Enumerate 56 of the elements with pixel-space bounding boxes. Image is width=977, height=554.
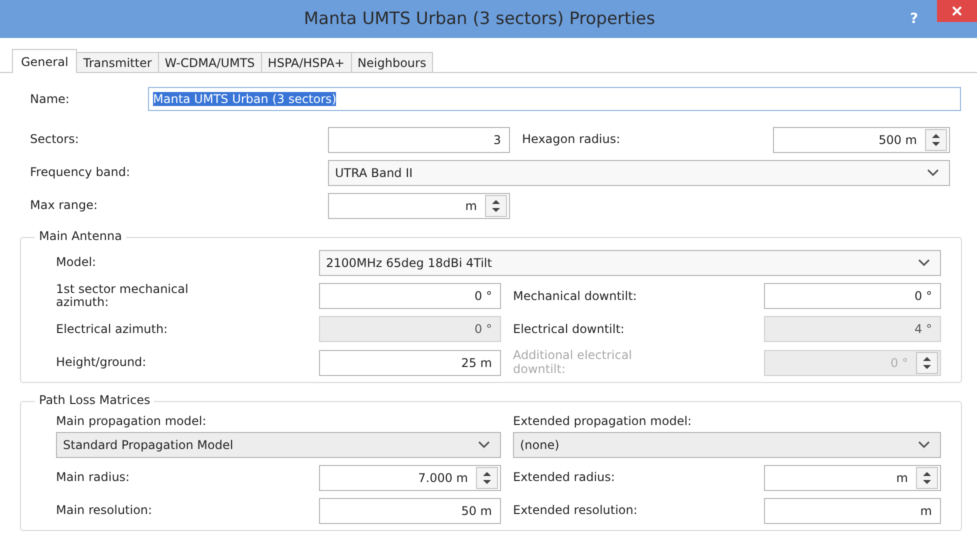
number-field[interactable]: 500 m bbox=[773, 127, 950, 153]
spinner-button[interactable] bbox=[476, 466, 498, 489]
field-label: Extended radius: bbox=[513, 470, 615, 484]
number-field[interactable]: 0 ° bbox=[319, 283, 501, 310]
tab[interactable]: Transmitter bbox=[76, 52, 159, 72]
number-field[interactable]: 3 bbox=[328, 127, 510, 153]
window-title: Manta UMTS Urban (3 sectors) Properties bbox=[302, 9, 656, 29]
up-down-arrows-icon bbox=[482, 470, 492, 485]
field-label: Main propagation model: bbox=[56, 414, 208, 428]
tab[interactable]: General bbox=[12, 49, 78, 73]
close-icon bbox=[952, 6, 962, 16]
number-field[interactable]: 7.000 m bbox=[319, 464, 501, 491]
chevron-down-icon bbox=[927, 169, 939, 177]
number-field[interactable]: m bbox=[764, 464, 941, 491]
number-field[interactable]: 0 ° bbox=[764, 283, 941, 310]
field-label: Model: bbox=[56, 255, 96, 270]
field-label: Max range: bbox=[30, 198, 98, 212]
field-label: Height/ground: bbox=[56, 354, 146, 369]
field-label: 1st sector mechanical azimuth: bbox=[56, 282, 188, 310]
field-label: Sectors: bbox=[30, 132, 79, 146]
field-label: Additional electrical downtilt: bbox=[513, 348, 632, 376]
field-label: Main radius: bbox=[56, 470, 130, 484]
spinner-button[interactable] bbox=[925, 129, 947, 151]
tab[interactable]: W-CDMA/UMTS bbox=[158, 52, 262, 72]
number-field[interactable]: 25 m bbox=[319, 350, 501, 376]
tab[interactable]: Neighbours bbox=[350, 52, 434, 72]
number-field[interactable]: 50 m bbox=[319, 498, 501, 524]
field-label: Extended propagation model: bbox=[513, 414, 693, 428]
group-legend: Main Antenna bbox=[35, 229, 126, 243]
number-field[interactable]: m bbox=[764, 498, 941, 524]
name-field[interactable]: Manta UMTS Urban (3 sectors) bbox=[148, 87, 961, 111]
chevron-down-icon bbox=[918, 259, 930, 267]
field-label: Frequency band: bbox=[30, 165, 130, 180]
up-down-arrows-icon bbox=[922, 470, 932, 485]
field-label: Extended resolution: bbox=[513, 503, 638, 518]
number-field[interactable]: m bbox=[328, 193, 510, 219]
close-button[interactable] bbox=[937, 0, 977, 22]
spinner-button[interactable] bbox=[916, 466, 938, 489]
dropdown[interactable]: UTRA Band II bbox=[328, 160, 950, 186]
field-label: Hexagon radius: bbox=[522, 132, 620, 146]
field-label: Name: bbox=[30, 92, 70, 106]
up-down-arrows-icon bbox=[491, 199, 501, 213]
spinner-button[interactable] bbox=[485, 195, 507, 217]
field-label: Electrical azimuth: bbox=[56, 322, 168, 336]
group-legend: Path Loss Matrices bbox=[35, 392, 154, 407]
dropdown[interactable]: (none) bbox=[513, 432, 941, 458]
chevron-down-icon bbox=[918, 440, 930, 449]
dropdown[interactable]: Standard Propagation Model bbox=[56, 432, 501, 458]
up-down-arrows-icon bbox=[931, 133, 941, 147]
field-label: Main resolution: bbox=[56, 503, 152, 518]
dropdown[interactable]: 2100MHz 65deg 18dBi 4Tilt bbox=[319, 250, 941, 276]
field-label: Mechanical downtilt: bbox=[513, 288, 637, 303]
chevron-down-icon bbox=[478, 440, 490, 449]
tab[interactable]: HSPA/HSPA+ bbox=[260, 52, 352, 72]
up-down-arrows-icon bbox=[922, 356, 932, 370]
field-label: Electrical downtilt: bbox=[513, 322, 624, 336]
